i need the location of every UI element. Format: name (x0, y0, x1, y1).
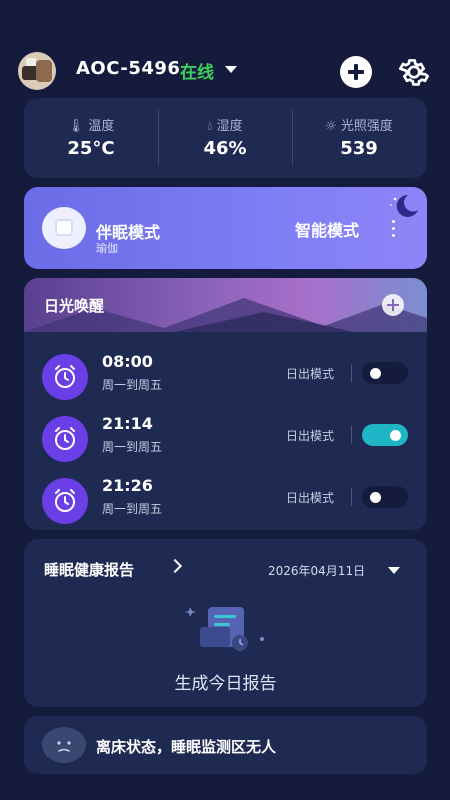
divider (351, 364, 352, 382)
alarm-item[interactable]: 08:00 周一到周五 日出模式 (24, 350, 427, 402)
avatar[interactable] (18, 52, 56, 90)
alarm-toggle[interactable] (362, 362, 408, 384)
alarm-toggle[interactable] (362, 486, 408, 508)
bed-status-text: 离床状态，睡眠监测区无人 (96, 738, 277, 756)
alarm-time: 21:14 (102, 414, 153, 433)
alarm-mode: 日出模式 (286, 429, 335, 443)
more-vertical-icon[interactable] (392, 220, 396, 238)
light-value: 539 (340, 138, 378, 159)
divider (351, 426, 352, 444)
temperature-stat: 🌡︎ 温度 25°C (24, 98, 158, 178)
sunlight-wake-card: 日光唤醒 08:00 周一到周五 日出模式 21:14 周一到周五 日出模式 2… (24, 278, 427, 530)
device-name[interactable]: AOC-5496 (76, 58, 180, 79)
sleep-report-card: 睡眠健康报告 2026年04月11日 生成今日报告 (24, 539, 427, 707)
light-stat: ☼ 光照强度 539 (292, 98, 426, 178)
sad-face-icon (42, 727, 86, 763)
add-alarm-button[interactable] (382, 294, 404, 316)
temperature-label: 温度 (88, 119, 115, 134)
report-date[interactable]: 2026年04月11日 (268, 562, 365, 579)
alarm-time: 21:26 (102, 476, 153, 495)
sun-icon: ☼ (325, 119, 337, 134)
alarm-days: 周一到周五 (102, 378, 163, 392)
environment-card: 🌡︎ 温度 25°C 💧︎ 湿度 46% ☼ 光照强度 539 (24, 98, 427, 178)
chevron-down-icon[interactable] (388, 567, 400, 574)
divider (351, 488, 352, 506)
alarm-clock-icon (42, 478, 88, 524)
light-label: 光照强度 (340, 119, 393, 134)
water-drop-icon: 💧︎ (207, 119, 213, 134)
add-device-button[interactable] (340, 56, 372, 88)
humidity-value: 46% (203, 138, 247, 159)
gear-icon[interactable] (396, 54, 432, 90)
alarm-clock-icon (42, 354, 88, 400)
chevron-down-icon[interactable] (225, 66, 237, 73)
chevron-right-icon[interactable] (167, 558, 183, 574)
alarm-item[interactable]: 21:14 周一到周五 日出模式 (24, 412, 427, 464)
alarm-item[interactable]: 21:26 周一到周五 日出模式 (24, 474, 427, 526)
device-status: 在线 (180, 63, 214, 83)
alarm-time: 08:00 (102, 352, 153, 371)
report-illustration (185, 607, 264, 651)
power-toggle-button[interactable] (42, 207, 86, 249)
humidity-stat: 💧︎ 湿度 46% (158, 98, 292, 178)
thermometer-icon: 🌡︎ (67, 119, 85, 134)
alarm-clock-icon (42, 416, 88, 462)
alarm-days: 周一到周五 (102, 502, 163, 516)
generate-report-button[interactable]: 生成今日报告 (24, 669, 427, 694)
alarm-mode: 日出模式 (286, 491, 335, 505)
sunlight-title: 日光唤醒 (44, 297, 105, 315)
alarm-days: 周一到周五 (102, 440, 163, 454)
smart-mode-label[interactable]: 智能模式 (295, 217, 359, 241)
bed-status-card: 离床状态，睡眠监测区无人 (24, 716, 427, 774)
alarm-mode: 日出模式 (286, 367, 335, 381)
top-bar: AOC-5496 在线 (0, 48, 450, 92)
mode-subtitle: 瑜伽 (96, 242, 118, 255)
temperature-value: 25°C (67, 138, 115, 159)
moon-icon (390, 194, 418, 217)
mode-card[interactable]: 伴眠模式 瑜伽 智能模式 (24, 187, 427, 269)
sunlight-banner: 日光唤醒 (24, 278, 427, 332)
alarm-toggle[interactable] (362, 424, 408, 446)
report-title[interactable]: 睡眠健康报告 (44, 559, 134, 580)
humidity-label: 湿度 (216, 119, 243, 134)
